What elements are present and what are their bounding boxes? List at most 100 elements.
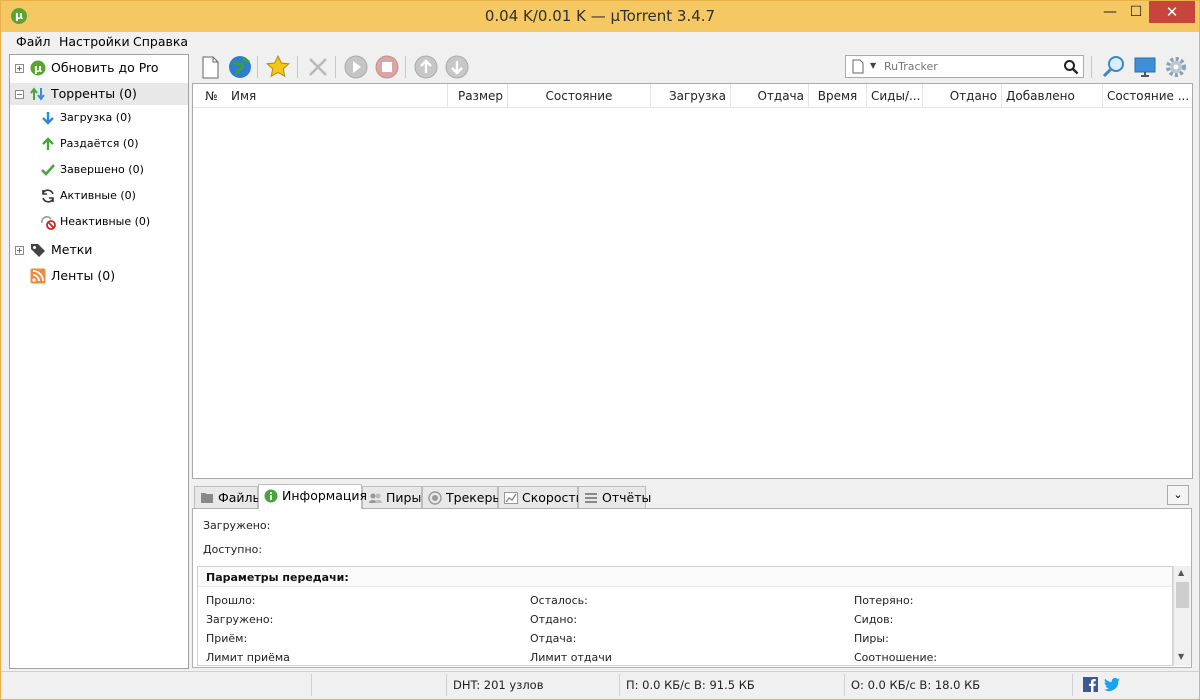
column-header-upload[interactable]: Отдача [731, 84, 809, 108]
sidebar-item-labels[interactable]: + Метки [10, 239, 188, 261]
search-input[interactable] [884, 58, 1054, 75]
search-icon[interactable] [1063, 59, 1079, 78]
sidebar-item-torrents[interactable]: − Торренты (0) [10, 83, 188, 105]
remote-button[interactable] [1132, 54, 1158, 80]
menu-help[interactable]: Справка [133, 34, 188, 49]
torrent-list[interactable]: № Имя Размер Состояние Загрузка Отдача В… [192, 83, 1193, 479]
add-url-button[interactable] [227, 54, 253, 80]
toolbar-separator [297, 56, 298, 78]
sidebar-item-label: Торренты (0) [51, 86, 137, 101]
monitor-icon [1134, 57, 1156, 77]
add-torrent-button[interactable] [197, 54, 223, 80]
new-document-icon [202, 56, 219, 79]
remove-button[interactable] [305, 54, 331, 80]
toolbar-separator [257, 56, 258, 78]
twitter-icon[interactable] [1104, 677, 1121, 692]
vertical-scrollbar[interactable]: ▲ ▼ [1173, 566, 1191, 666]
dht-status[interactable]: DHT: 201 узлов [446, 674, 619, 696]
start-button[interactable] [343, 54, 369, 80]
tab-files[interactable]: Файлы [194, 486, 262, 508]
move-down-button[interactable] [444, 54, 470, 80]
seeds-label: Сидов: [854, 613, 894, 626]
column-header-name[interactable]: Имя [227, 84, 448, 108]
sidebar-item-completed[interactable]: Завершено (0) [10, 159, 188, 181]
sidebar-item-active[interactable]: Активные (0) [10, 185, 188, 207]
sidebar-item-inactive[interactable]: Неактивные (0) [10, 211, 188, 233]
peers-label: Пиры: [854, 632, 889, 645]
move-up-button[interactable] [413, 54, 439, 80]
status-bar: DHT: 201 узлов П: 0.0 КБ/с В: 91.5 КБ О:… [1, 671, 1199, 699]
expand-icon[interactable]: + [15, 64, 24, 73]
sidebar-item-label: Неактивные (0) [60, 215, 151, 228]
find-button[interactable] [1101, 54, 1127, 80]
download-arrow-icon [40, 110, 56, 126]
close-button[interactable]: ✕ [1149, 1, 1195, 23]
checkmark-icon [40, 162, 56, 178]
collapse-icon[interactable]: − [15, 90, 24, 99]
peers-icon [369, 493, 382, 503]
scroll-thumb[interactable] [1176, 582, 1189, 608]
download-status[interactable]: П: 0.0 КБ/с В: 91.5 КБ [619, 674, 844, 696]
transfer-params-header: Параметры передачи: [198, 567, 1172, 587]
column-header-size[interactable]: Размер [448, 84, 508, 108]
sidebar-item-seeding[interactable]: Раздаётся (0) [10, 133, 188, 155]
downloaded-total-label: Загружено: [206, 613, 274, 626]
column-header-status[interactable]: Состояние [508, 84, 651, 108]
chevron-down-icon[interactable]: ▼ [870, 61, 876, 70]
inactive-icon [40, 214, 56, 230]
column-header-number[interactable]: № [201, 84, 229, 108]
search-box[interactable]: ▼ [845, 55, 1084, 78]
trackers-icon [428, 491, 442, 505]
tab-trackers[interactable]: Трекеры [422, 486, 502, 508]
column-header-uploaded[interactable]: Отдано [923, 84, 1002, 108]
scroll-up-icon[interactable]: ▲ [1178, 568, 1184, 577]
upload-limit-label: Лимит отдачи [530, 651, 612, 664]
tab-label: Отчёты [602, 490, 652, 505]
sidebar-item-feeds[interactable]: Ленты (0) [10, 265, 188, 287]
menu-file[interactable]: Файл [16, 34, 51, 49]
toolbar-separator [335, 56, 336, 78]
info-icon [264, 489, 278, 503]
collapse-panel-button[interactable]: ⌄ [1167, 485, 1189, 505]
column-header-time[interactable]: Время [809, 84, 867, 108]
search-provider-icon[interactable] [852, 59, 864, 77]
sidebar-item-downloading[interactable]: Загрузка (0) [10, 107, 188, 129]
create-torrent-button[interactable] [265, 54, 291, 80]
column-header-added[interactable]: Добавлено [1002, 84, 1103, 108]
title-bar[interactable]: µ 0.04 K/0.01 K — µTorrent 3.4.7 — ☐ ✕ [1, 1, 1199, 32]
settings-button[interactable] [1163, 54, 1189, 80]
transfer-params-title: Параметры передачи: [206, 571, 349, 584]
stop-button[interactable] [374, 54, 400, 80]
column-header-state[interactable]: Состояние ... [1103, 84, 1192, 108]
sidebar-item-upgrade-pro[interactable]: + µ Обновить до Pro [10, 57, 188, 79]
delete-x-icon [309, 58, 327, 76]
speed-graph-icon [504, 492, 518, 504]
stop-icon [375, 55, 399, 79]
available-label: Доступно: [203, 543, 263, 556]
toolbar-separator [1091, 56, 1092, 78]
refresh-icon [40, 188, 56, 204]
toolbar-separator [405, 56, 406, 78]
sidebar-item-label: Активные (0) [60, 189, 136, 202]
tab-info[interactable]: Информация [258, 484, 367, 509]
expand-icon[interactable]: + [15, 246, 24, 255]
menu-bar: Файл Настройки Справка [1, 32, 1199, 52]
facebook-icon[interactable] [1083, 677, 1098, 692]
remaining-label: Осталось: [530, 594, 588, 607]
download-limit-label: Лимит приёма [206, 651, 290, 664]
menu-settings[interactable]: Настройки [59, 34, 130, 49]
sidebar-item-label: Ленты (0) [51, 268, 116, 283]
column-header-download[interactable]: Загрузка [651, 84, 731, 108]
maximize-button[interactable]: ☐ [1122, 1, 1150, 23]
scroll-down-icon[interactable]: ▼ [1178, 652, 1184, 661]
download-speed-label: Приём: [206, 632, 248, 645]
upload-status[interactable]: О: 0.0 КБ/с В: 18.0 КБ [844, 674, 1072, 696]
arrow-down-icon [445, 55, 469, 79]
downloaded-label: Загружено: [203, 519, 271, 532]
utorrent-pro-icon: µ [30, 60, 46, 76]
tab-peers[interactable]: Пиры [362, 486, 422, 508]
minimize-button[interactable]: — [1096, 1, 1124, 23]
tab-speed[interactable]: Скорость [498, 486, 583, 508]
tab-log[interactable]: Отчёты [578, 486, 651, 508]
column-header-seeds-peers[interactable]: Сиды/... [867, 84, 923, 108]
